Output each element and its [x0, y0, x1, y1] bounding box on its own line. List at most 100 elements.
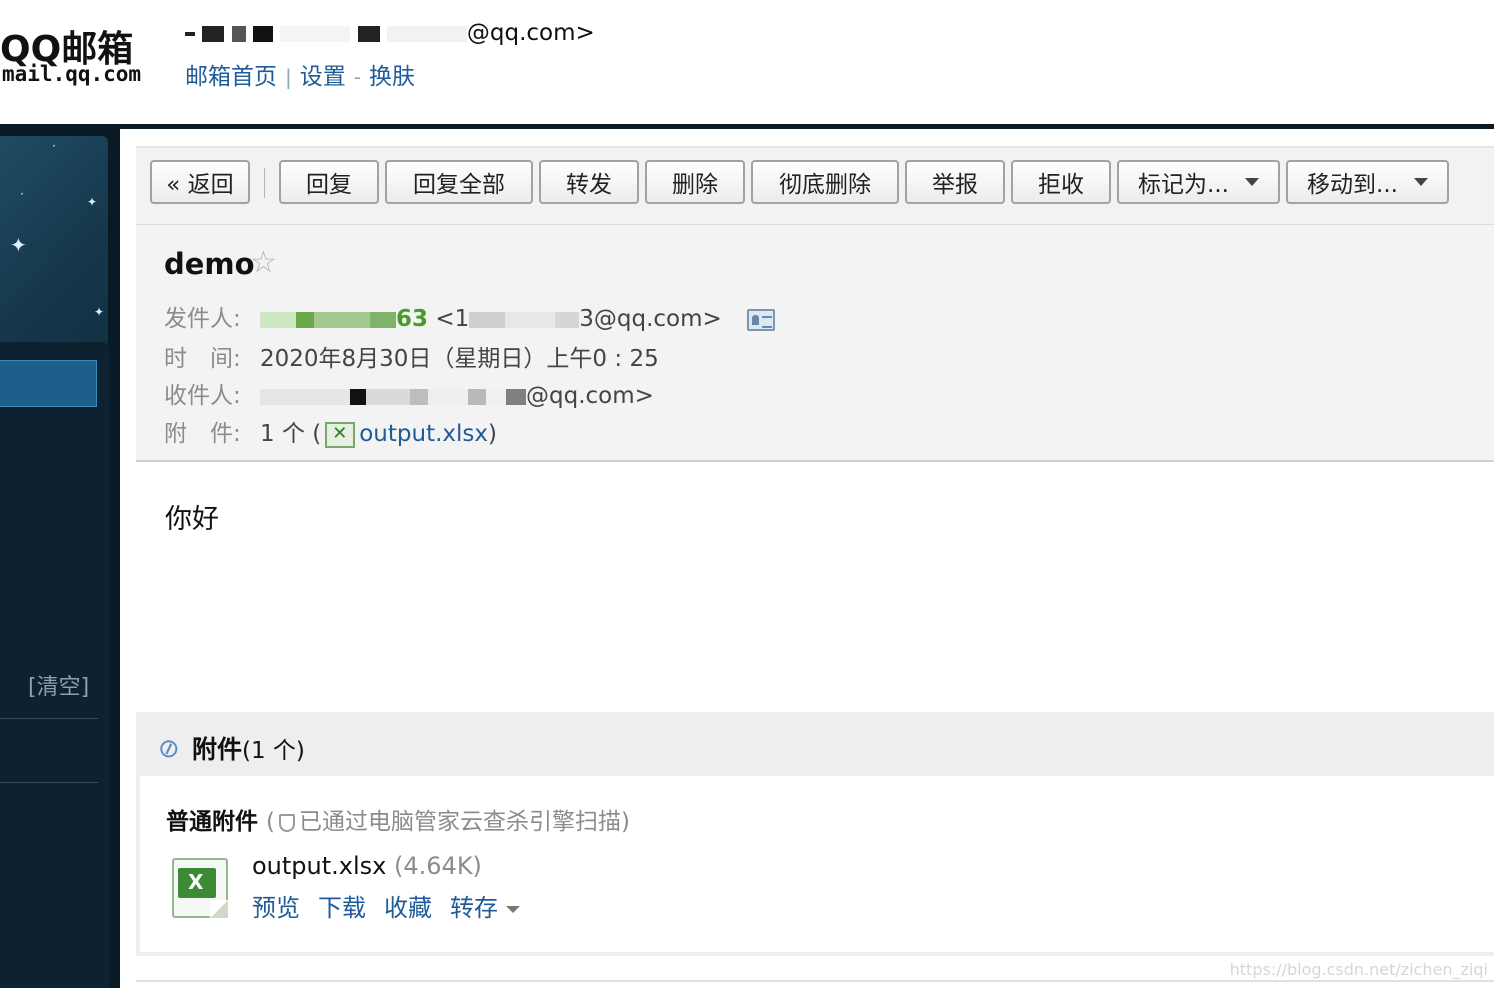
download-link[interactable]: 下载 — [318, 894, 366, 922]
star-decoration-icon: ✦ — [94, 305, 105, 319]
attachments-list: 普通附件 ( 已通过电脑管家云查杀引擎扫描) output.xlsx (4.64K… — [136, 776, 1494, 956]
redacted-block — [280, 25, 351, 42]
change-skin-link[interactable]: 换肤 — [369, 64, 415, 90]
time-value: 2020年8月30日（星期日）上午0 : 25 — [260, 346, 659, 372]
attachment-file-link[interactable]: output.xlsx — [359, 421, 488, 447]
from-row: 发件人: 63 <1 3@qq.com> — [164, 299, 776, 333]
redacted-block — [505, 311, 556, 328]
attachments-title-label: 附件 — [192, 735, 243, 764]
bottom-divider — [136, 980, 1494, 982]
redacted-block — [314, 311, 370, 328]
redacted-block — [260, 388, 350, 405]
redacted-block — [231, 25, 246, 42]
chevron-down-icon — [1244, 178, 1259, 186]
settings-link[interactable]: 设置 — [300, 64, 346, 90]
top-nav: 邮箱首页 | 设置 - 换肤 — [185, 57, 415, 91]
attachments-count: (1 个) — [242, 738, 305, 764]
attachment-type-label: 普通附件 — [166, 809, 258, 835]
logo-domain: mail.qq.com — [2, 62, 142, 86]
star-decoration-icon: · — [20, 187, 24, 201]
watermark: https://blog.csdn.net/zichen_ziqi — [1229, 960, 1488, 979]
attachment-count-close: ) — [488, 421, 497, 447]
redacted-block — [202, 25, 225, 42]
redacted-block — [506, 388, 526, 405]
contact-card-icon[interactable] — [747, 308, 776, 331]
attachment-actions: 预览 下载 收藏 转存 — [252, 888, 520, 923]
star-icon[interactable]: ☆ — [250, 245, 277, 280]
excel-file-icon — [325, 421, 356, 448]
user-email: @qq.com> — [185, 20, 595, 46]
attachment-type-row: 普通附件 ( 已通过电脑管家云查杀引擎扫描) — [166, 802, 630, 836]
redacted-block — [428, 388, 468, 405]
report-button[interactable]: 举报 — [905, 160, 1005, 204]
mail-header: demo ☆ 发件人: 63 <1 3@qq.com> 时 间: 2020年8月30日… — [136, 225, 1494, 462]
redacted-block — [260, 311, 296, 328]
paperclip-icon: ⊘ — [153, 731, 185, 767]
to-label: 收件人: — [164, 383, 241, 409]
save-to-link[interactable]: 转存 — [450, 894, 498, 922]
favorite-link[interactable]: 收藏 — [384, 894, 432, 922]
mailbox-home-link[interactable]: 邮箱首页 — [185, 64, 277, 90]
reject-button[interactable]: 拒收 — [1011, 160, 1111, 204]
sidebar: · · ✦ ✦ ✦ [清空] — [0, 129, 120, 988]
redacted-block — [386, 25, 467, 42]
star-decoration-icon: · — [52, 139, 56, 153]
sender-email-prefix: <1 — [435, 306, 470, 332]
mark-as-dropdown[interactable]: 标记为... — [1117, 160, 1280, 204]
recipient-email-suffix: @qq.com> — [526, 383, 654, 409]
redacted-block — [252, 25, 273, 42]
mail-toolbar: « 返回 回复 回复全部 转发 删除 彻底删除 举报 拒收 标记为... 移动到… — [136, 148, 1494, 225]
back-button[interactable]: « 返回 — [150, 160, 250, 204]
sender-email-suffix: 3@qq.com> — [579, 306, 722, 332]
excel-file-icon[interactable] — [172, 858, 228, 918]
time-label: 时 间: — [164, 346, 241, 372]
nav-separator: | — [285, 65, 292, 89]
clear-folder-link[interactable]: [清空] — [28, 669, 89, 701]
delete-forever-button[interactable]: 彻底删除 — [751, 160, 899, 204]
reply-all-button[interactable]: 回复全部 — [385, 160, 533, 204]
user-email-suffix: @qq.com> — [466, 20, 595, 46]
sender-name[interactable]: 63 — [396, 306, 428, 332]
star-decoration-icon: ✦ — [10, 233, 27, 257]
shield-icon — [279, 813, 295, 832]
move-to-label: 移动到... — [1307, 172, 1398, 198]
redacted-block — [350, 388, 366, 405]
time-row: 时 间: 2020年8月30日（星期日）上午0 : 25 — [164, 339, 659, 373]
mark-as-label: 标记为... — [1138, 172, 1229, 198]
mail-body-text: 你好 — [165, 504, 219, 535]
attachments-header: ⊘ 附件(1 个) — [136, 712, 1494, 776]
chevron-down-icon — [1413, 178, 1428, 186]
preview-link[interactable]: 预览 — [252, 894, 300, 922]
page-fold — [210, 900, 228, 918]
sidebar-divider — [0, 782, 98, 783]
redacted-block — [555, 311, 580, 328]
redacted-block — [468, 388, 486, 405]
reply-button[interactable]: 回复 — [279, 160, 379, 204]
forward-button[interactable]: 转发 — [539, 160, 639, 204]
sidebar-selected-folder[interactable] — [0, 360, 97, 407]
redacted-block — [357, 25, 380, 42]
delete-button[interactable]: 删除 — [645, 160, 745, 204]
header-divider — [0, 124, 1494, 129]
mail-subject: demo — [164, 247, 255, 281]
attachment-file-name[interactable]: output.xlsx — [252, 852, 386, 880]
redacted-block — [370, 311, 396, 328]
excel-logo — [178, 868, 216, 898]
attachment-file-size: (4.64K) — [394, 852, 482, 880]
attachment-file: output.xlsx (4.64K) — [252, 852, 482, 880]
toolbar-divider — [264, 168, 265, 198]
attachment-label: 附 件: — [164, 421, 241, 447]
scan-open-paren: ( — [266, 809, 275, 835]
from-label: 发件人: — [164, 306, 241, 332]
attachment-row: 附 件: 1 个 ( output.xlsx) — [164, 414, 497, 448]
sidebar-divider — [0, 718, 98, 719]
move-to-dropdown[interactable]: 移动到... — [1286, 160, 1449, 204]
attachment-count: 1 个 ( — [260, 421, 322, 447]
header: QQ邮箱 mail.qq.com @qq.com> 邮箱首页 | 设置 - 换肤 — [0, 0, 1494, 124]
star-decoration-icon: ✦ — [87, 195, 98, 209]
to-row: 收件人: @qq.com> — [164, 376, 654, 410]
scan-status-text: 已通过电脑管家云查杀引擎扫描) — [299, 809, 630, 835]
redacted-block — [486, 388, 506, 405]
chevron-down-icon[interactable] — [506, 905, 520, 913]
redacted-block — [296, 311, 314, 328]
